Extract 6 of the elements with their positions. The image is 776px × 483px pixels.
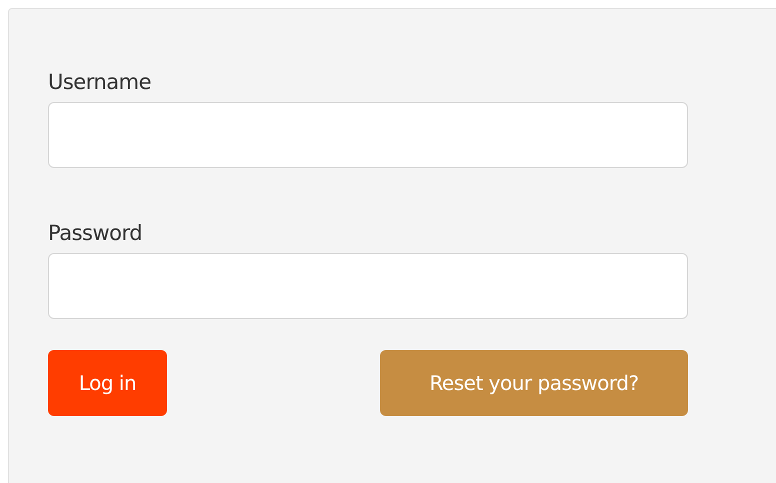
login-button[interactable]: Log in	[48, 350, 167, 416]
field-label: Username	[48, 69, 152, 95]
input-field[interactable]	[48, 102, 688, 168]
input-field[interactable]	[48, 253, 688, 319]
field-label: Password	[48, 220, 144, 246]
reset-password-button[interactable]: Reset your password?	[380, 350, 688, 416]
